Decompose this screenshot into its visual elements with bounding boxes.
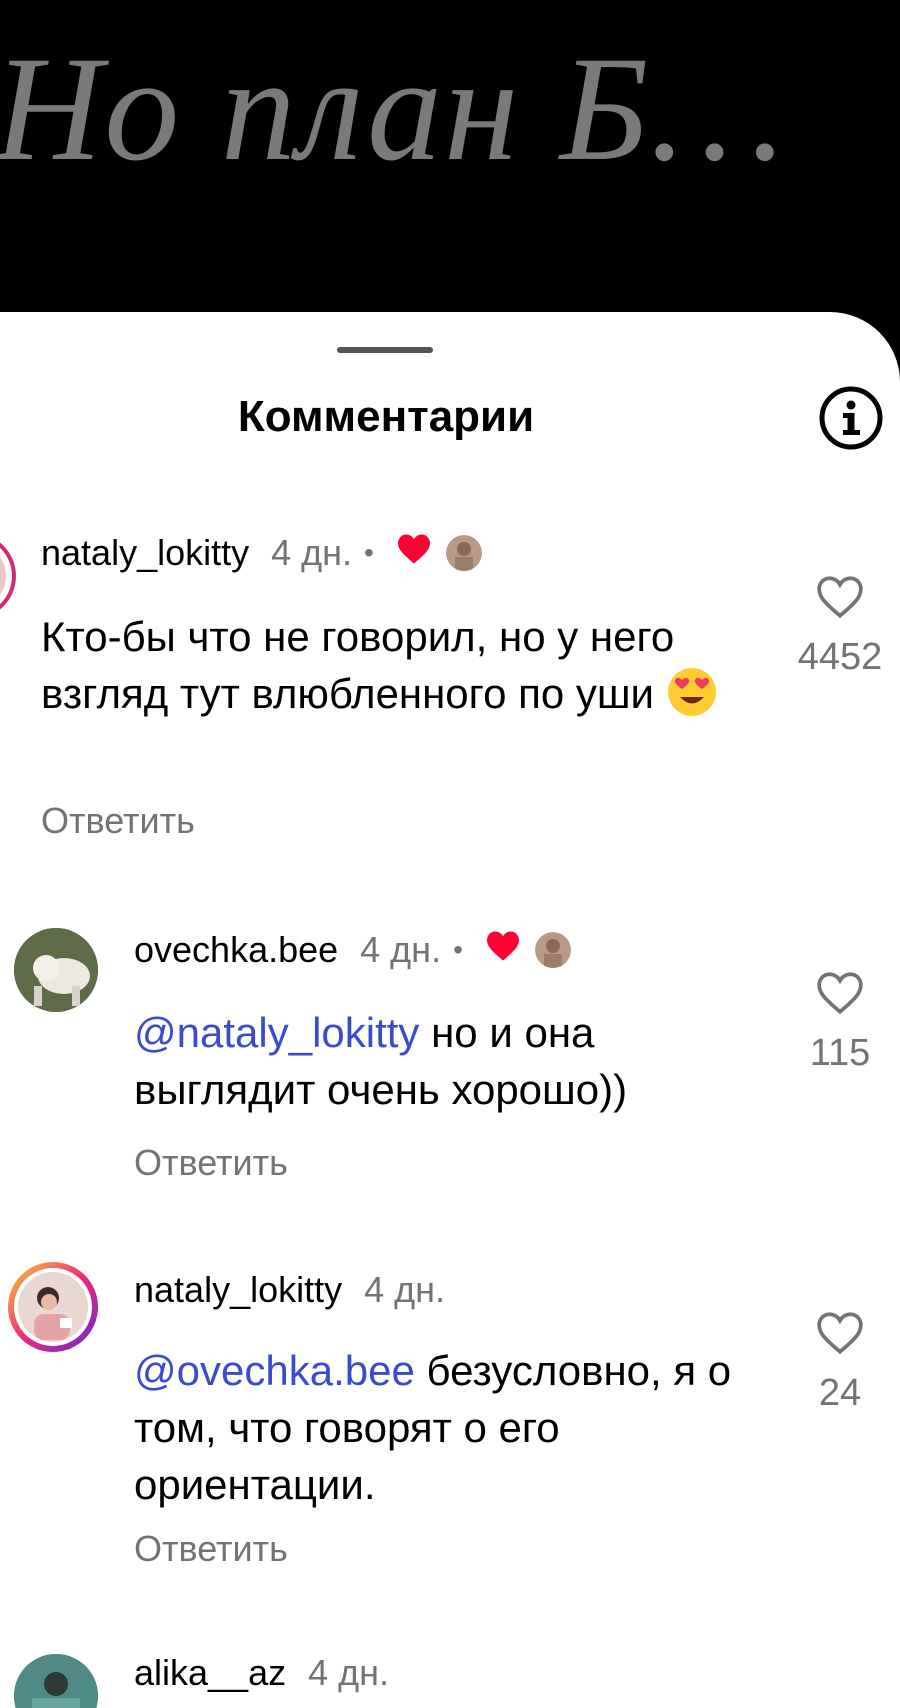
separator-dot: • <box>453 934 463 965</box>
heart-eyes-emoji <box>666 666 718 718</box>
comment-text: @ovechka.bee безусловно, я о том, что го… <box>134 1347 732 1508</box>
avatar[interactable] <box>14 928 98 1012</box>
mention-link[interactable]: @ovechka.bee <box>134 1347 415 1394</box>
comment-meta: nataly_lokitty 4 дн. • <box>41 532 482 574</box>
video-background: Но план Б… <box>0 0 900 330</box>
username[interactable]: alika__az <box>134 1652 286 1694</box>
timestamp: 4 дн. <box>271 532 353 573</box>
info-icon[interactable] <box>818 385 884 451</box>
like-control[interactable]: 115 <box>780 970 900 1075</box>
comment-text: Кто-бы что не говорил, но у него взгляд … <box>41 608 721 722</box>
author-avatar-mini <box>445 535 482 571</box>
username[interactable]: nataly_lokitty <box>41 532 249 574</box>
reply-button[interactable]: Ответить <box>134 1142 288 1184</box>
comments-sheet: Комментарии nataly_lokitty 4 дн. • Кто-б <box>0 312 900 1708</box>
like-count: 4452 <box>797 636 883 678</box>
username[interactable]: nataly_lokitty <box>134 1269 342 1311</box>
avatar[interactable] <box>14 1654 98 1708</box>
video-caption: Но план Б… <box>0 26 786 192</box>
timestamp: 4 дн. <box>308 1652 390 1693</box>
timestamp: 4 дн. <box>364 1269 446 1310</box>
reply-button[interactable]: Ответить <box>41 800 195 842</box>
separator-dot: • <box>364 537 374 568</box>
avatar[interactable] <box>0 533 16 619</box>
drag-handle[interactable] <box>337 347 433 353</box>
timestamp: 4 дн. <box>360 929 442 970</box>
like-count: 115 <box>809 1032 871 1074</box>
author-liked-heart-icon <box>485 929 521 971</box>
comment-meta: nataly_lokitty 4 дн. <box>134 1269 445 1311</box>
author-liked-heart-icon <box>396 532 432 574</box>
username[interactable]: ovechka.bee <box>134 929 338 971</box>
like-control[interactable]: 4452 <box>780 574 900 679</box>
comment-text: @nataly_lokitty но и она выглядит очень … <box>134 1009 628 1113</box>
heart-outline-icon[interactable] <box>815 574 865 620</box>
heart-outline-icon[interactable] <box>815 1310 865 1356</box>
avatar[interactable] <box>8 1262 98 1352</box>
comment-meta: alika__az 4 дн. <box>134 1652 389 1694</box>
mention-link[interactable]: @nataly_lokitty <box>134 1009 419 1056</box>
reply-button[interactable]: Ответить <box>134 1528 288 1570</box>
author-avatar-mini <box>534 932 571 968</box>
like-control[interactable]: 24 <box>780 1310 900 1415</box>
sheet-title: Комментарии <box>237 392 535 441</box>
like-count: 24 <box>818 1372 862 1414</box>
comment-meta: ovechka.bee 4 дн. • <box>134 929 571 971</box>
heart-outline-icon[interactable] <box>815 970 865 1016</box>
